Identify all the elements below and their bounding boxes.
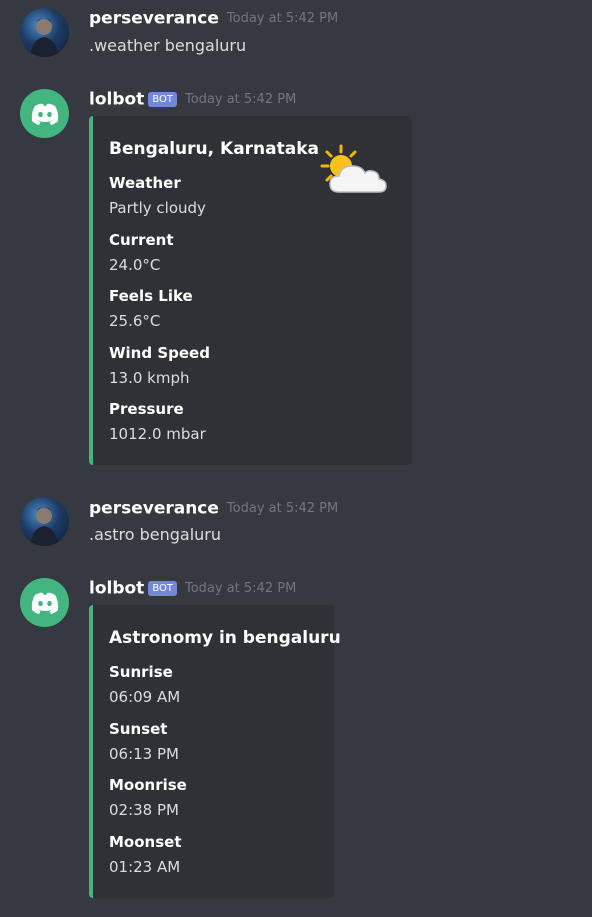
- user-avatar[interactable]: [20, 497, 69, 546]
- bot-avatar[interactable]: [20, 89, 69, 138]
- message-header: lolbot BOT Today at 5:42 PM: [89, 578, 296, 599]
- field-value: 1012.0 mbar: [109, 425, 206, 443]
- field-name: Sunrise: [109, 663, 173, 681]
- field-value: 06:13 PM: [109, 745, 179, 763]
- bot-badge: BOT: [148, 581, 177, 596]
- bot-badge: BOT: [148, 92, 177, 107]
- timestamp: Today at 5:42 PM: [226, 11, 339, 26]
- field-value: Partly cloudy: [109, 199, 206, 217]
- field-name: Moonrise: [109, 776, 187, 794]
- timestamp: Today at 5:42 PM: [184, 581, 297, 596]
- field-value: 24.0°C: [109, 256, 161, 274]
- timestamp: Today at 5:42 PM: [226, 501, 339, 516]
- timestamp: Today at 5:42 PM: [184, 92, 297, 107]
- astronomy-embed: Astronomy in bengaluru Sunrise 06:09 AM …: [89, 605, 341, 898]
- message-text: .astro bengaluru: [89, 525, 222, 544]
- message-header: perseverance Today at 5:42 PM: [89, 8, 338, 29]
- username[interactable]: perseverance: [89, 499, 219, 519]
- weather-embed: Bengaluru, Karnataka Weather Partly clou…: [89, 116, 412, 465]
- field-name: Wind Speed: [109, 344, 210, 362]
- user-avatar-image: [30, 18, 59, 57]
- field-name: Moonset: [109, 833, 182, 851]
- message-header: lolbot BOT Today at 5:42 PM: [89, 89, 296, 110]
- partly-cloudy-icon: [320, 144, 387, 193]
- discord-logo-icon: [31, 592, 58, 614]
- embed-title: Astronomy in bengaluru: [109, 628, 341, 648]
- username[interactable]: lolbot: [89, 579, 144, 599]
- user-avatar[interactable]: [20, 8, 69, 57]
- field-name: Feels Like: [109, 287, 193, 305]
- field-value: 01:23 AM: [109, 858, 181, 876]
- bot-avatar[interactable]: [20, 578, 69, 627]
- field-value: 25.6°C: [109, 312, 161, 330]
- field-value: 13.0 kmph: [109, 369, 190, 387]
- username[interactable]: lolbot: [89, 90, 144, 110]
- field-name: Pressure: [109, 400, 184, 418]
- field-name: Sunset: [109, 720, 168, 738]
- discord-logo-icon: [31, 103, 58, 125]
- field-name: Current: [109, 231, 174, 249]
- field-name: Weather: [109, 174, 181, 192]
- username[interactable]: perseverance: [89, 9, 219, 29]
- user-avatar-image: [30, 507, 59, 546]
- field-value: 02:38 PM: [109, 801, 179, 819]
- message-text: .weather bengaluru: [89, 36, 247, 55]
- field-value: 06:09 AM: [109, 688, 181, 706]
- embed-title: Bengaluru, Karnataka: [109, 139, 320, 159]
- message-header: perseverance Today at 5:42 PM: [89, 498, 338, 519]
